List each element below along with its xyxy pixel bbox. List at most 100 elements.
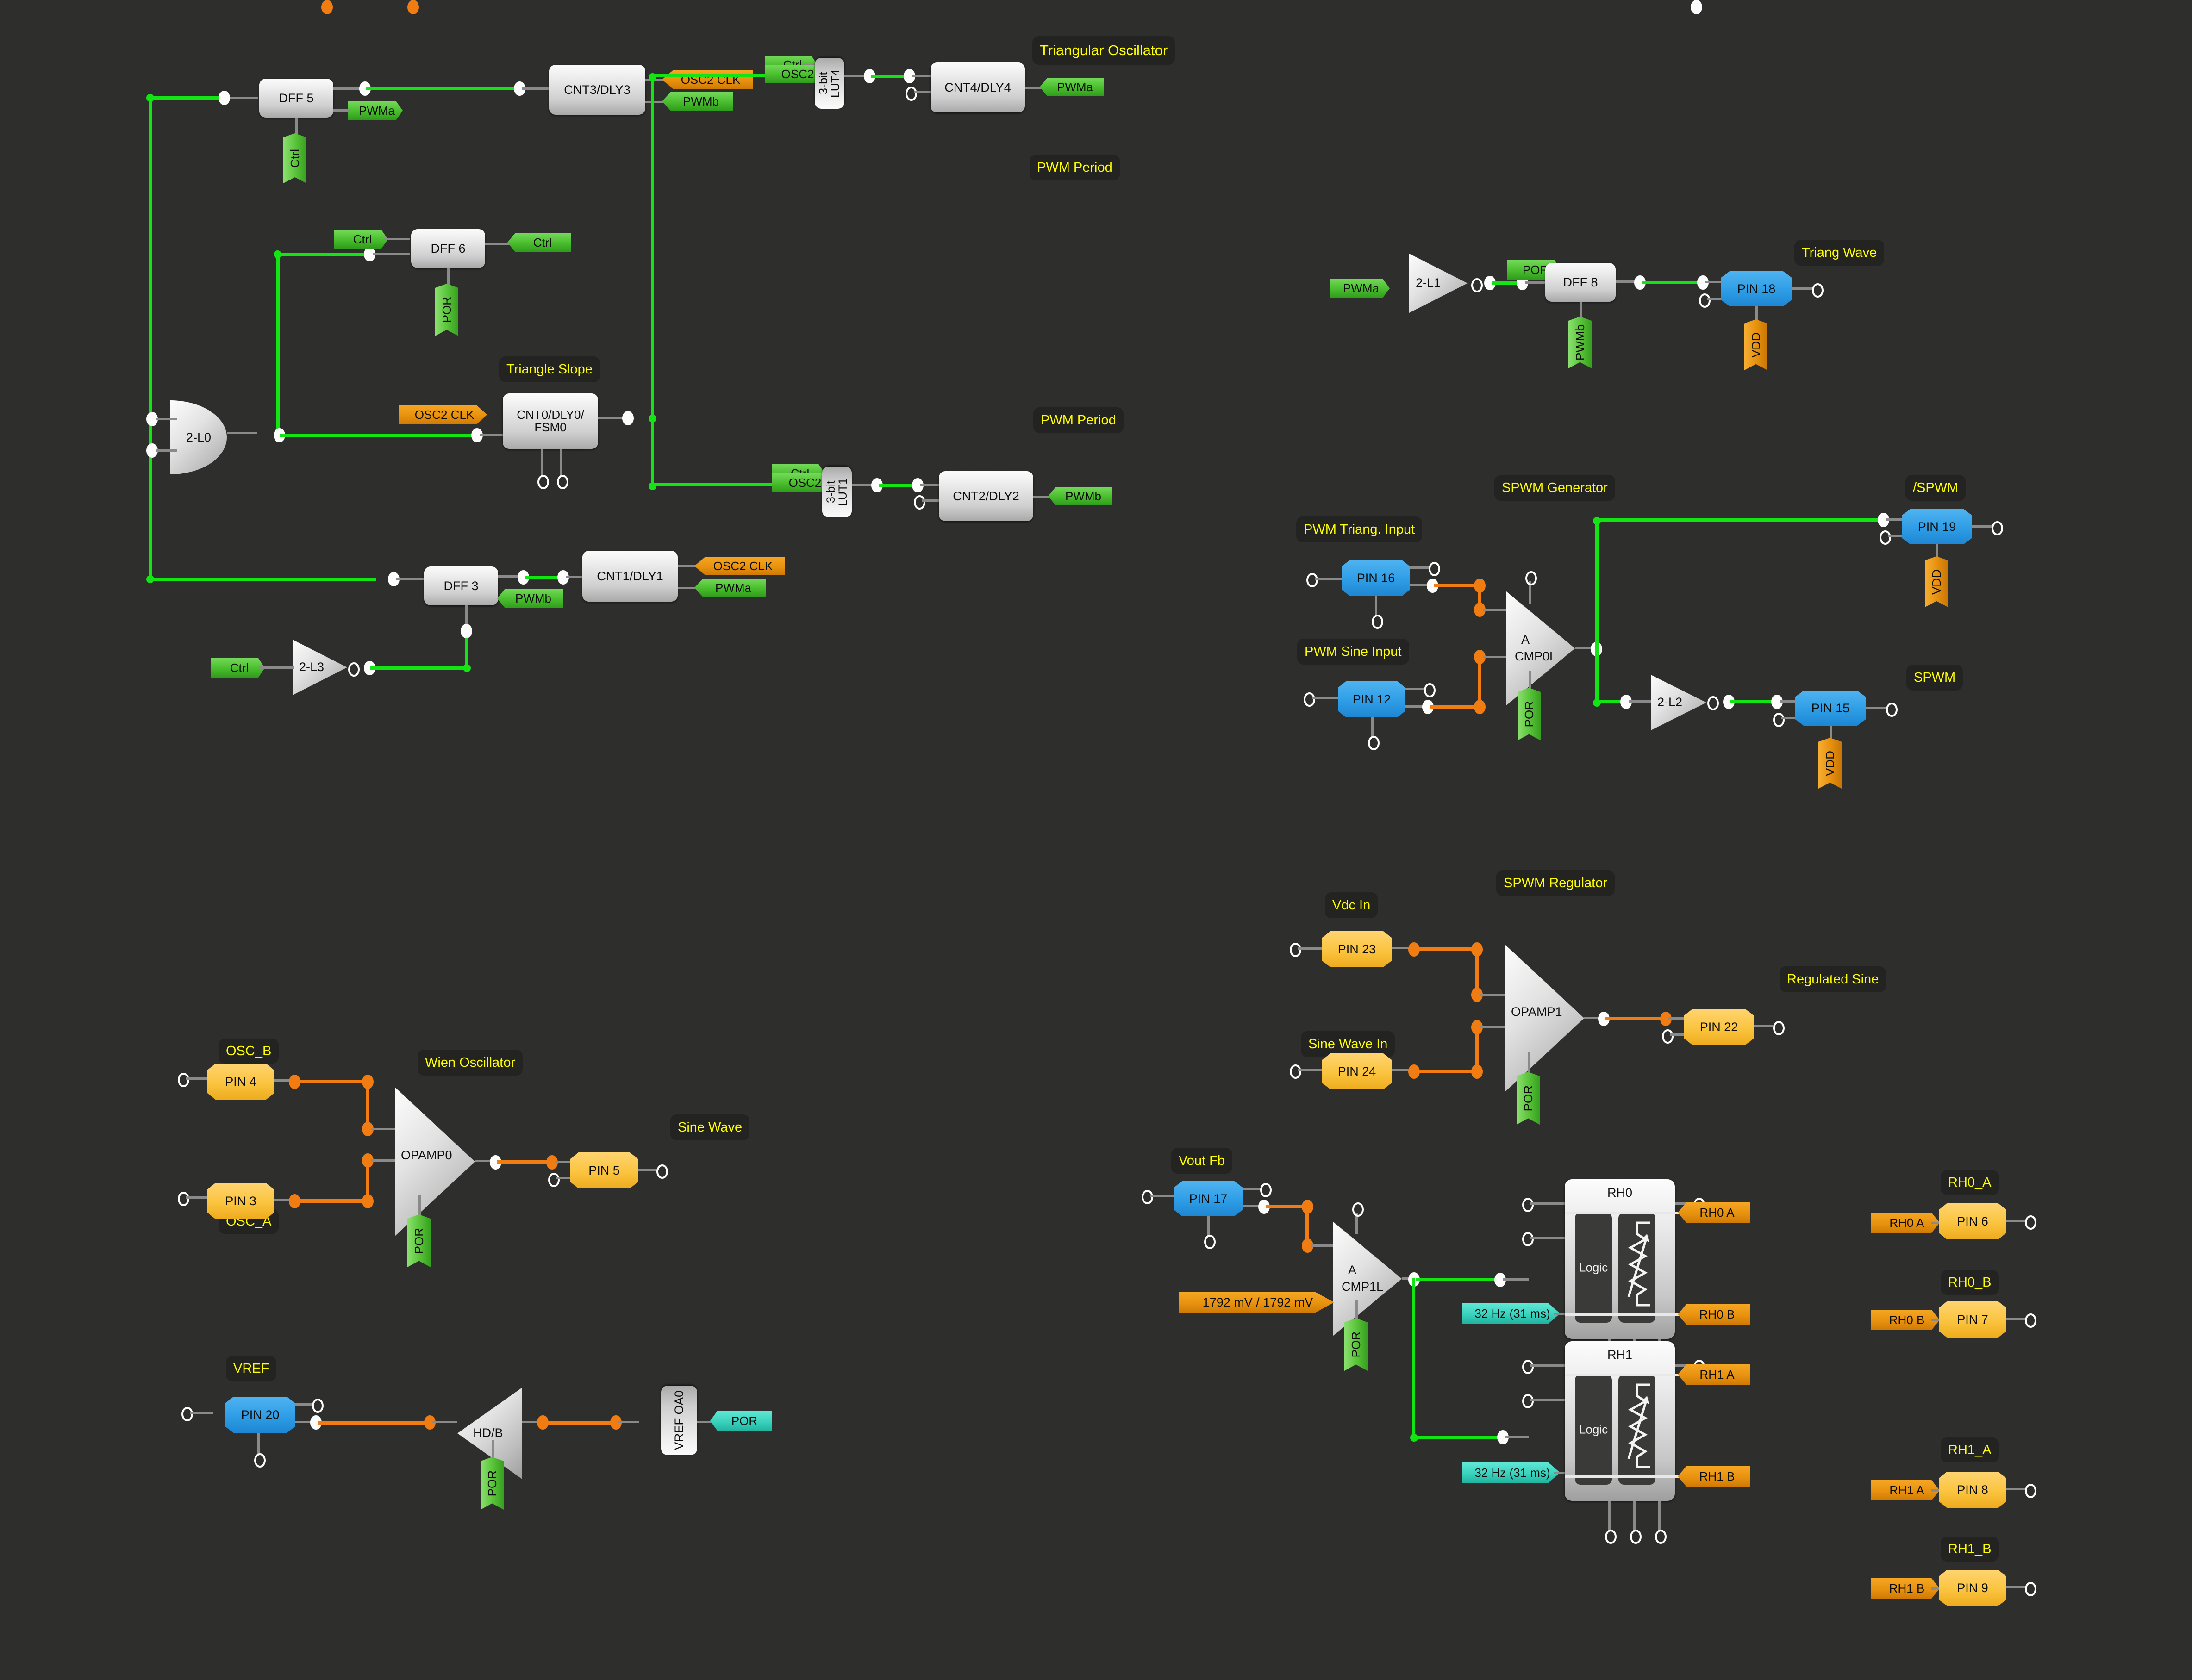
block-dff5[interactable]: DFF 5 bbox=[259, 79, 333, 118]
terminal-pin5-in2[interactable] bbox=[548, 1173, 560, 1187]
flag-rh1-b-in[interactable]: RH1 B bbox=[1871, 1578, 1940, 1599]
terminal-rh1-in1[interactable] bbox=[1522, 1360, 1534, 1374]
pin-17[interactable]: PIN 17 bbox=[1174, 1181, 1243, 1216]
flag-rh1-b-out[interactable]: RH1 B bbox=[1678, 1466, 1750, 1487]
pin-19[interactable]: PIN 19 bbox=[1902, 509, 1972, 544]
flag-cnt1-osc2clk[interactable]: OSC2 CLK bbox=[694, 557, 785, 575]
flag-vrefoa0-por[interactable]: POR bbox=[710, 1411, 772, 1431]
ribbon-dff8-pwmb[interactable]: PWMb bbox=[1568, 317, 1592, 368]
terminal-dff3-clk[interactable] bbox=[461, 624, 472, 638]
terminal-pin6-out[interactable] bbox=[2025, 1215, 2036, 1230]
terminal-pin16-left[interactable] bbox=[1306, 573, 1318, 587]
flag-dff5-pwma[interactable]: PWMa bbox=[348, 101, 403, 120]
terminal-cnt4-in2[interactable] bbox=[906, 87, 917, 101]
terminal-pin15-in2[interactable] bbox=[1773, 713, 1785, 727]
pin-23[interactable]: PIN 23 bbox=[1322, 931, 1392, 967]
terminal-pin8-out[interactable] bbox=[2025, 1484, 2036, 1498]
pin-20[interactable]: PIN 20 bbox=[225, 1397, 295, 1433]
gate-comparator-cmp0l[interactable] bbox=[1506, 591, 1575, 705]
pin-7[interactable]: PIN 7 bbox=[1939, 1301, 2006, 1338]
terminal-pin24-left[interactable] bbox=[1290, 1064, 1301, 1079]
gate-or-2l0[interactable]: 2-L0 bbox=[170, 400, 227, 474]
terminal-rh0-in1[interactable] bbox=[1522, 1198, 1534, 1212]
terminal-rh1-bot3[interactable] bbox=[1655, 1530, 1667, 1544]
terminal-pin15-out[interactable] bbox=[1886, 703, 1898, 717]
terminal-rh1-bot2[interactable] bbox=[1630, 1530, 1642, 1544]
flag-cnt3-pwmb[interactable]: PWMb bbox=[662, 92, 733, 111]
terminal-pin4-out[interactable] bbox=[321, 0, 333, 14]
flag-rh1-frequency[interactable]: 32 Hz (31 ms) bbox=[1462, 1462, 1560, 1483]
terminal-pin18-out[interactable] bbox=[1812, 283, 1824, 298]
flag-cnt1-pwma[interactable]: PWMa bbox=[694, 579, 766, 597]
pin-6[interactable]: PIN 6 bbox=[1939, 1203, 2006, 1239]
block-dff3[interactable]: DFF 3 bbox=[424, 566, 498, 605]
flag-rh1-a-out[interactable]: RH1 A bbox=[1678, 1364, 1750, 1385]
flag-dff3-pwmb[interactable]: PWMb bbox=[497, 589, 563, 608]
terminal-pin17-out1[interactable] bbox=[1260, 1183, 1272, 1197]
flag-rh0-b-in[interactable]: RH0 B bbox=[1871, 1310, 1940, 1330]
terminal-pin12-gnd[interactable] bbox=[1368, 736, 1380, 750]
terminal-opamp1-out[interactable] bbox=[1691, 0, 1702, 14]
terminal-pin17-gnd[interactable] bbox=[1204, 1235, 1216, 1249]
flag-dff6-ctrl-out[interactable]: Ctrl bbox=[507, 233, 571, 252]
terminal-pin18-in2[interactable] bbox=[1699, 293, 1711, 308]
block-cnt2-dly2[interactable]: CNT2/DLY2 bbox=[939, 471, 1033, 521]
block-cnt4-dly4-main[interactable]: CNT4/DLY4 bbox=[931, 62, 1025, 112]
terminal-pin9-out[interactable] bbox=[2025, 1582, 2036, 1596]
ribbon-hdb-por[interactable]: POR bbox=[481, 1457, 504, 1510]
terminal-pin7-out[interactable] bbox=[2025, 1313, 2036, 1328]
terminal-pin23-left[interactable] bbox=[1290, 943, 1301, 957]
flag-cnt4-pwma[interactable]: PWMa bbox=[1040, 78, 1104, 96]
flag-rh0-a-out[interactable]: RH0 A bbox=[1678, 1202, 1750, 1223]
flag-2l3-ctrl[interactable]: Ctrl bbox=[211, 658, 265, 678]
block-3bit-lut4[interactable]: 3-bit LUT4 bbox=[815, 58, 844, 109]
terminal-pin12-out1[interactable] bbox=[1424, 683, 1436, 697]
block-cnt0-dly0-fsm0[interactable]: CNT0/DLY0/ FSM0 bbox=[503, 393, 598, 449]
block-3bit-lut1[interactable]: 3-bit LUT1 bbox=[822, 467, 852, 517]
terminal-cmp1l-top[interactable] bbox=[1352, 1202, 1364, 1217]
terminal-rh1-in2[interactable] bbox=[1522, 1394, 1534, 1408]
pin-16[interactable]: PIN 16 bbox=[1342, 560, 1410, 596]
terminal-pin20-out1[interactable] bbox=[312, 1399, 324, 1413]
ribbon-dff5-ctrl-flag[interactable]: Ctrl bbox=[283, 133, 306, 183]
pin-8[interactable]: PIN 8 bbox=[1939, 1472, 2006, 1508]
terminal-pin20-gnd[interactable] bbox=[254, 1453, 266, 1468]
gate-comparator-cmp1l[interactable] bbox=[1333, 1222, 1402, 1336]
ribbon-pin19-vdd[interactable]: VDD bbox=[1925, 556, 1948, 607]
terminal-rh0-in2[interactable] bbox=[1522, 1232, 1534, 1246]
terminal-cmp0l-top[interactable] bbox=[1525, 571, 1537, 585]
pin-4[interactable]: PIN 4 bbox=[207, 1064, 274, 1100]
terminal-pin19-out[interactable] bbox=[1992, 521, 2003, 535]
flag-rh1-a-in[interactable]: RH1 A bbox=[1871, 1480, 1940, 1500]
terminal-2l1-out-bubble[interactable] bbox=[1471, 278, 1483, 292]
pin-5[interactable]: PIN 5 bbox=[570, 1152, 638, 1188]
terminal-pin12-left[interactable] bbox=[1304, 692, 1315, 707]
terminal-dff5-input[interactable] bbox=[219, 91, 230, 105]
terminal-cnt0-out[interactable] bbox=[622, 411, 634, 425]
terminal-pin22-out[interactable] bbox=[1773, 1021, 1785, 1035]
terminal-pin22-in2[interactable] bbox=[1662, 1029, 1674, 1044]
flag-rh0-frequency[interactable]: 32 Hz (31 ms) bbox=[1462, 1303, 1560, 1324]
terminal-pin16-gnd[interactable] bbox=[1372, 615, 1383, 629]
terminal-2l3-out-bubble[interactable] bbox=[348, 662, 360, 677]
pin-18-main[interactable]: PIN 18 bbox=[1721, 271, 1792, 306]
ribbon-cmp1l-por[interactable]: POR bbox=[1344, 1318, 1368, 1371]
pin-24[interactable]: PIN 24 bbox=[1322, 1053, 1392, 1089]
flag-2l1-pwma[interactable]: PWMa bbox=[1330, 279, 1390, 298]
flag-cnt3-osc2clk[interactable]: OSC2 CLK bbox=[662, 70, 753, 89]
block-vref-oa0[interactable]: VREF OA0 bbox=[661, 1386, 697, 1455]
pin-12[interactable]: PIN 12 bbox=[1338, 681, 1405, 717]
terminal-cnt0-bot2[interactable] bbox=[557, 475, 568, 489]
terminal-pin16-out1[interactable] bbox=[1429, 562, 1440, 576]
terminal-pin4-left[interactable] bbox=[178, 1073, 189, 1087]
flag-cnt2-pwmb[interactable]: PWMb bbox=[1048, 487, 1112, 505]
ribbon-dff6-por[interactable]: POR bbox=[435, 284, 458, 336]
terminal-rh1-bot1[interactable] bbox=[1605, 1530, 1617, 1544]
terminal-cnt0-bot1[interactable] bbox=[537, 475, 549, 489]
ribbon-pin18-vdd[interactable]: VDD bbox=[1744, 319, 1767, 370]
pin-15[interactable]: PIN 15 bbox=[1795, 691, 1866, 726]
flag-cmp1l-threshold[interactable]: 1792 mV / 1792 mV bbox=[1179, 1292, 1334, 1313]
pin-9[interactable]: PIN 9 bbox=[1939, 1570, 2006, 1606]
ribbon-opamp0-por[interactable]: POR bbox=[407, 1214, 431, 1267]
flag-cnt0-osc2clk[interactable]: OSC2 CLK bbox=[399, 405, 487, 424]
